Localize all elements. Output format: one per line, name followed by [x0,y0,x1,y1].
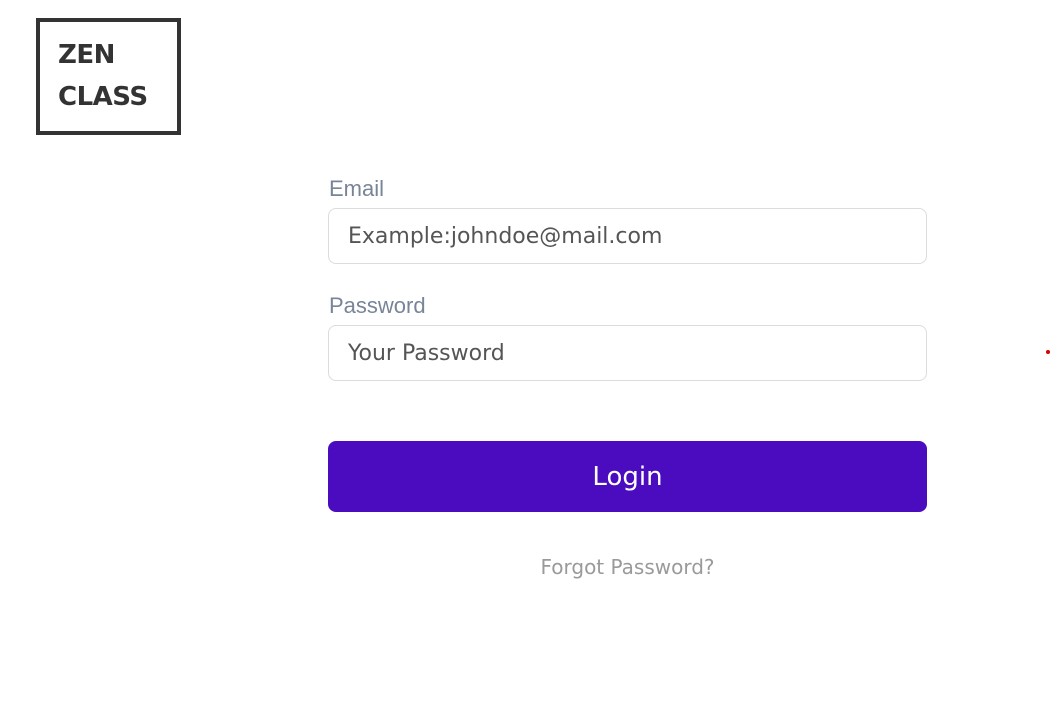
login-button[interactable]: Login [328,441,927,512]
password-group: Password [328,295,927,381]
password-field[interactable] [328,325,927,381]
login-page: ZEN CLASS Email Password Login Forgot Pa… [0,0,1052,718]
logo-line-zen: ZEN [58,40,115,70]
red-dot-indicator [1046,350,1050,354]
email-label: Email [329,176,385,201]
password-label: Password [329,293,426,318]
forgot-password-link[interactable]: Forgot Password? [328,555,927,579]
zen-class-logo: ZEN CLASS [36,18,181,135]
email-field[interactable] [328,208,927,264]
login-form: Email Password Login Forgot Password? [328,170,927,579]
logo-line-class: CLASS [58,82,148,112]
email-group: Email [328,178,927,264]
